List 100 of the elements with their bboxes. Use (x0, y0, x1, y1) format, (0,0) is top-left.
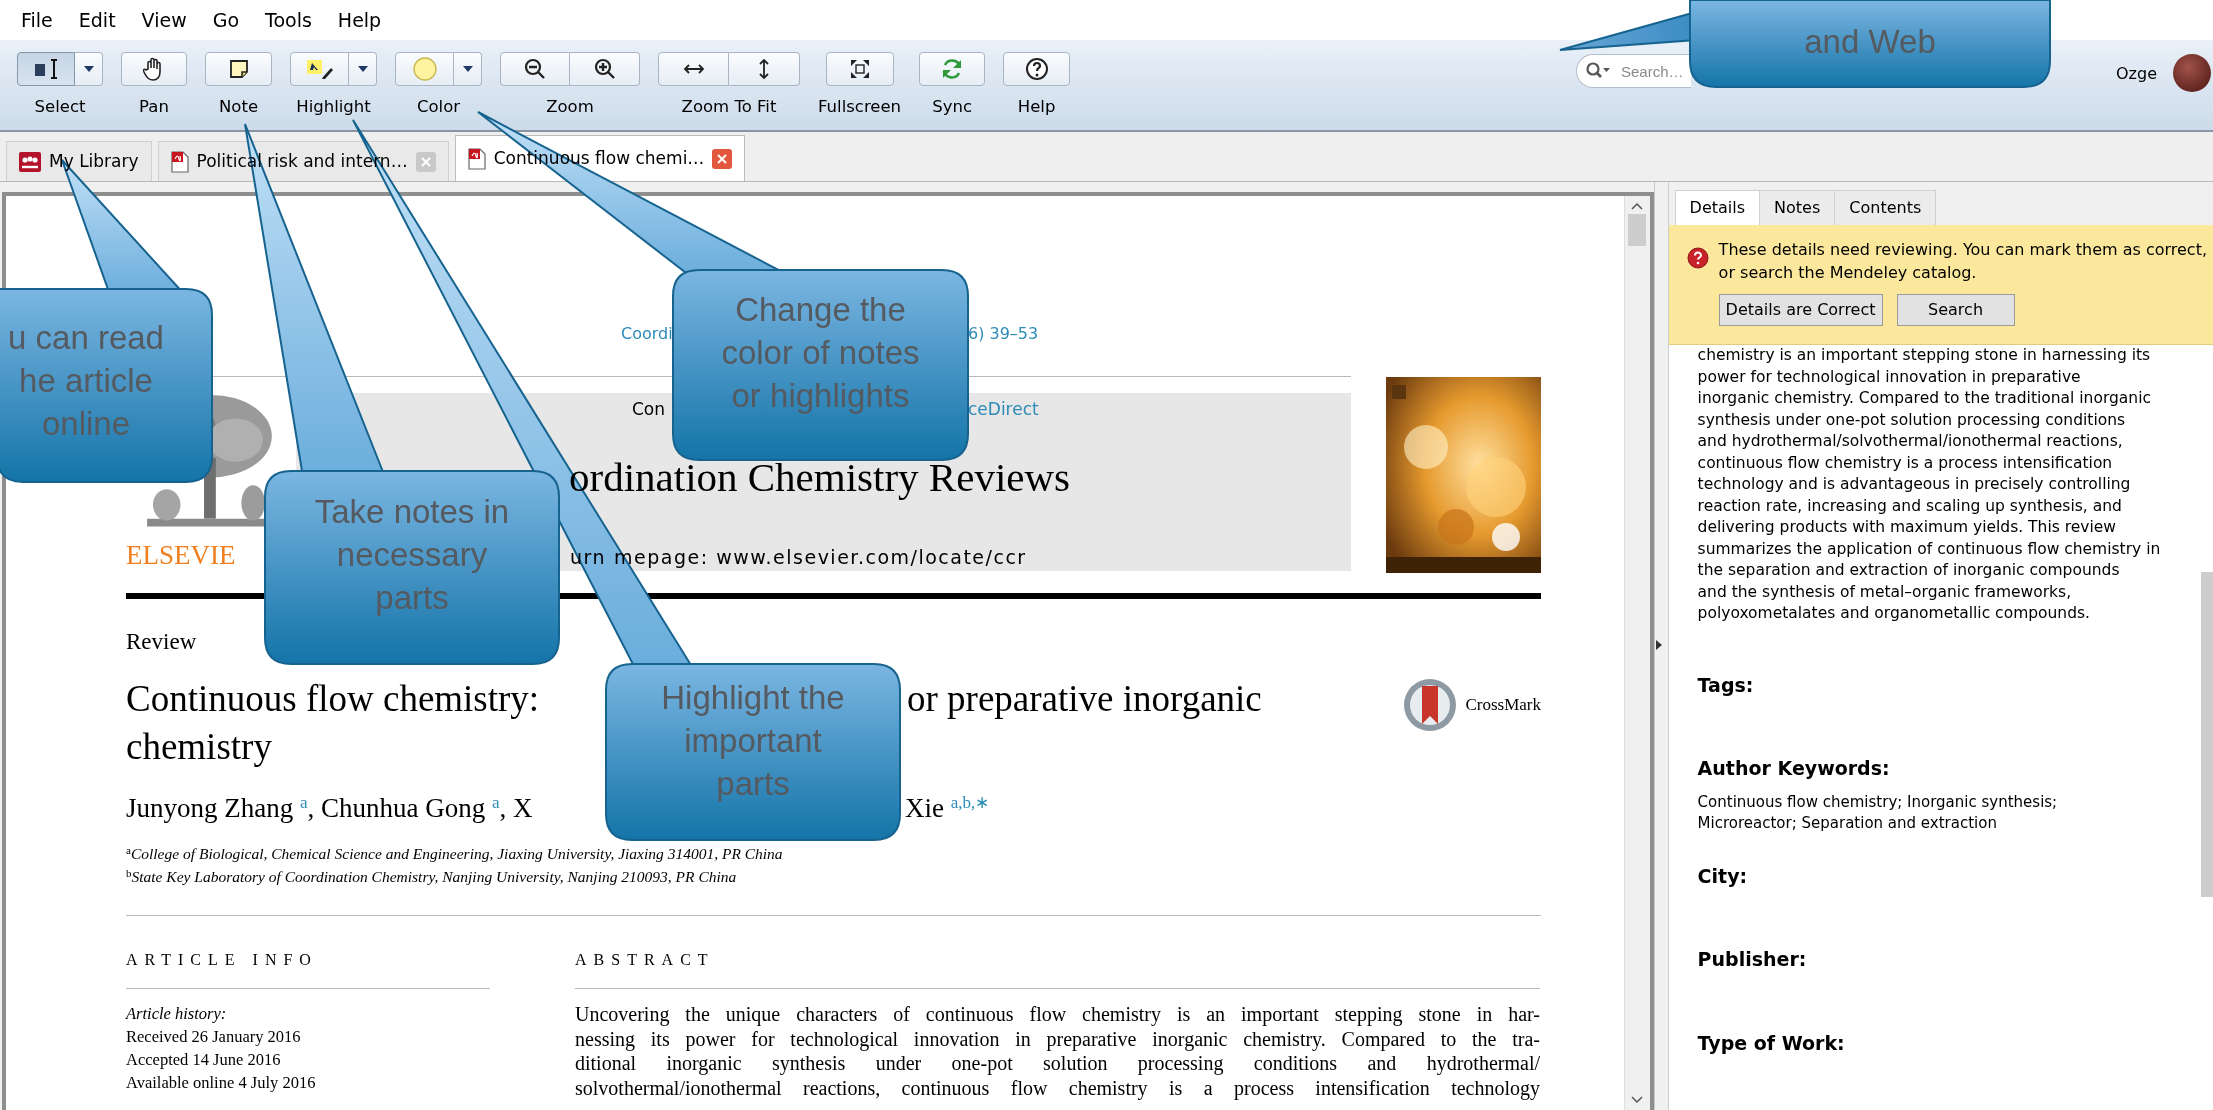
tool-label[interactable]: Note (218, 95, 259, 120)
color-circle-icon (411, 56, 438, 82)
fit-width-icon (682, 62, 705, 76)
field-label: Author Keywords: (1697, 758, 1891, 780)
abstract-line: polyoxometalates and organometallic compounds. (1697, 603, 2092, 624)
fit-height-icon (757, 58, 771, 80)
tool-button[interactable] (121, 52, 187, 86)
tool-button[interactable] (17, 52, 75, 86)
abstract-line: reaction rate, increasing and scaling up synthesis, and (1697, 495, 2123, 517)
field-label: Type of Work: (1697, 1032, 1846, 1054)
fullscreen-icon (848, 58, 871, 80)
tool-button[interactable] (825, 52, 894, 86)
affiliation: $^{b}$State Key Laboratory of Coordination Chemistry, Nanjing University, Nanjing 210093, PR China (126, 865, 738, 887)
history-date: Received 26 January 2016 (126, 1026, 302, 1048)
panel-tab[interactable]: Notes (1759, 190, 1836, 225)
menu-item[interactable]: File (8, 5, 66, 35)
tool-label[interactable]: Zoom (546, 95, 594, 120)
abstract-line: the separation and extraction of inorganic compounds (1697, 560, 2121, 581)
history-date: Accepted 14 June 2016 (126, 1049, 282, 1071)
callout-text: Take notes in necessary parts (314, 492, 510, 618)
abstract-line: and the synthesis of metal–organic frameworks, (1697, 581, 2073, 603)
close-tab-button[interactable] (712, 148, 733, 169)
tool-label[interactable]: Help (1017, 95, 1056, 120)
search-field[interactable]: Search… (1576, 54, 1691, 88)
journal-reference: Coordi (621, 323, 673, 345)
panel-tab[interactable]: Details (1674, 190, 1761, 225)
tool-button[interactable] (500, 52, 570, 86)
abstract-line: ditional inorganic synthesis under one-pot solution processing conditions and hydrothermal/ (575, 1051, 1540, 1076)
scroll-up-icon[interactable] (1631, 202, 1644, 210)
abstract-line: solvothermal/ionothermal reactions, continuous flow chemistry is a process intensification technology (575, 1075, 1540, 1100)
zoom-out-icon (523, 57, 547, 81)
caret-icon (461, 65, 474, 73)
abstract-line: chemistry is an important stepping stone in harnessing its (1697, 345, 2152, 366)
callout-text: Change the color of notes or highlights (721, 290, 920, 416)
abstract-line: Uncovering the unique characters of continuous flow chemistry is an important stepping stone in har- (575, 1002, 1540, 1027)
scroll-down-icon[interactable] (1631, 1096, 1644, 1104)
affiliation: $^{a}$College of Biological, Chemical Science and Engineering, Jiaxing University, Jiaxing 314001, PR China (126, 842, 784, 864)
tool-button[interactable] (570, 52, 640, 86)
tool-button[interactable] (729, 52, 800, 86)
tool-label[interactable]: Zoom To Fit (681, 95, 777, 120)
field-label: City: (1697, 865, 1749, 887)
close-icon (717, 153, 728, 164)
article-type: Review (126, 628, 198, 656)
avatar[interactable] (2173, 54, 2211, 92)
menu-item[interactable]: Tools (252, 5, 325, 35)
abstract-line: nessing its power for technological innovation in preparative inorganic chemistry. Compared to the tra- (575, 1026, 1540, 1051)
section-heading: ARTICLE INFO (126, 950, 319, 970)
menu-item[interactable]: Go (199, 5, 253, 35)
tool-label[interactable]: Highlight (296, 95, 371, 120)
callout-text: u can read he article online (8, 318, 164, 444)
tool-label[interactable]: Select (34, 95, 86, 120)
publisher-name: ELSEVIE (126, 538, 237, 572)
crossmark-logo-icon (1403, 677, 1458, 732)
abstract-line: power for technological innovation in preparative (1697, 366, 2082, 388)
tool-label[interactable]: Pan (139, 95, 169, 120)
tool-button[interactable] (658, 52, 729, 86)
tool-label[interactable]: Color (416, 95, 461, 120)
question-icon (1686, 247, 1709, 269)
tool-label[interactable]: Fullscreen (818, 95, 902, 120)
author-list: Xie $^{a,b,∗}$ (905, 787, 990, 828)
menu-item[interactable]: Help (324, 5, 395, 35)
scrollbar[interactable] (1623, 196, 1650, 1110)
scrollbar-thumb[interactable] (1628, 214, 1647, 246)
abstract-line: continuous flow chemistry is a process intensification (1697, 452, 2114, 474)
abstract-line: and hydrothermal/solvothermal/ionothermal reactions, (1697, 431, 2124, 452)
help-icon (1024, 57, 1049, 81)
menu-item[interactable]: View (128, 5, 200, 35)
abstract-line: summarizes the application of continuous flow chemistry in (1697, 538, 2162, 560)
tool-button[interactable] (1003, 52, 1071, 86)
journal-homepage: urn (570, 544, 607, 570)
document-tab[interactable]: My Library (6, 141, 152, 181)
menu-item[interactable]: Edit (65, 5, 129, 35)
panel-tab[interactable]: Contents (1834, 190, 1937, 225)
article-title: or preparative inorganic (907, 676, 1262, 721)
abstract-line: synthesis under one-pot solution processing conditions (1697, 409, 2127, 431)
sciencedirect-line: ceDirect (968, 398, 1039, 421)
tool-button[interactable] (205, 52, 272, 86)
dropdown-button[interactable] (75, 52, 103, 86)
crossmark-label: CrossMark (1465, 693, 1541, 716)
close-icon (420, 156, 431, 167)
tool-label[interactable]: Sync (932, 95, 972, 120)
notice-button[interactable]: Search (1896, 294, 2015, 326)
dropdown-button[interactable] (454, 52, 482, 86)
notice-button[interactable]: Details are Correct (1718, 294, 1883, 326)
sciencedirect-line: Con (632, 398, 666, 421)
caret-icon (356, 65, 369, 73)
field-label: Tags: (1697, 674, 1755, 696)
pdf-file-icon (467, 147, 486, 170)
highlighter-icon (305, 58, 334, 80)
scrollbar-thumb[interactable] (2201, 572, 2213, 897)
abstract-line: delivering products with maximum yields. This review (1697, 517, 2117, 538)
author-list: Junyong Zhang $^{a}$, Chunhua Gong $^{a}$, X (126, 787, 533, 828)
tool-button[interactable] (290, 52, 349, 86)
pdf-file-icon (170, 150, 189, 173)
article-title: Continuous flow chemistry: (126, 676, 540, 721)
note-icon (228, 59, 249, 79)
user-name: Ozge (2116, 63, 2157, 85)
dropdown-button[interactable] (349, 52, 377, 86)
abstract-line: inorganic chemistry. Compared to the traditional inorganic (1697, 388, 2152, 409)
abstract-line: technology and is advantageous in precisely controlling (1697, 474, 2132, 495)
